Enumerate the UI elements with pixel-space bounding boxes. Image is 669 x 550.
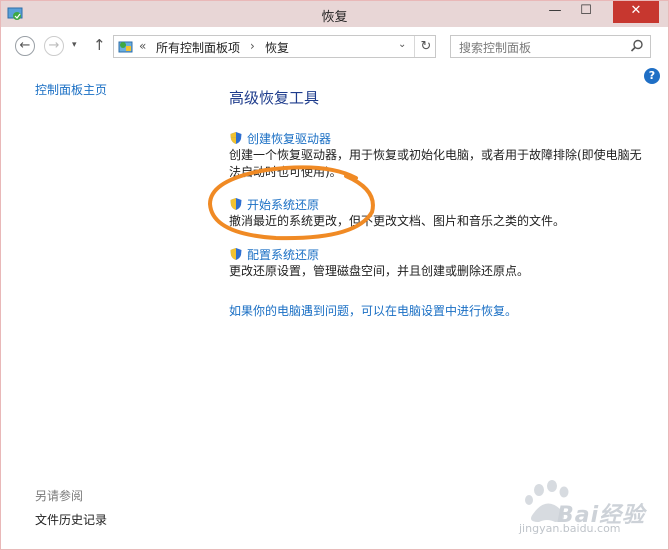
configure-system-restore-link[interactable]: 配置系统还原: [229, 246, 319, 263]
file-history-link[interactable]: 文件历史记录: [35, 511, 107, 528]
uac-shield-icon: [230, 248, 242, 260]
recent-locations-dropdown-icon[interactable]: ▾: [72, 40, 77, 50]
breadcrumb-all-control-panel-items[interactable]: 所有控制面板项: [156, 39, 240, 56]
watermark-url: jingyan.baidu.com: [519, 522, 621, 535]
uac-shield-icon: [230, 132, 242, 144]
see-also-heading: 另请参阅: [35, 489, 84, 503]
back-button[interactable]: ←: [15, 36, 35, 56]
open-system-restore-label: 开始系统还原: [247, 198, 320, 212]
forward-button[interactable]: →: [44, 36, 64, 56]
page-title: 高级恢复工具: [229, 89, 320, 107]
recovery-window: 恢复 — ☐ ✕ ← → ▾ ↑ « 所有控制面板项 › 恢复 ⌄ ↻ 搜索控制…: [0, 0, 669, 550]
control-panel-home-link[interactable]: 控制面板主页: [35, 81, 107, 98]
navigation-bar: ← → ▾ ↑ « 所有控制面板项 › 恢复 ⌄ ↻ 搜索控制面板: [1, 27, 668, 67]
breadcrumb-separator-icon[interactable]: ›: [250, 39, 255, 53]
help-icon[interactable]: ?: [644, 68, 660, 84]
control-panel-icon: [118, 41, 133, 53]
refresh-button[interactable]: ↻: [414, 36, 437, 57]
address-bar[interactable]: « 所有控制面板项 › 恢复 ⌄ ↻: [113, 35, 436, 58]
search-input[interactable]: 搜索控制面板: [459, 39, 531, 56]
create-recovery-drive-link[interactable]: 创建恢复驱动器: [229, 130, 331, 147]
maximize-button[interactable]: ☐: [571, 1, 601, 23]
breadcrumb-overflow-icon[interactable]: «: [139, 39, 146, 53]
up-button[interactable]: ↑: [93, 36, 106, 54]
minimize-button[interactable]: —: [540, 1, 570, 23]
title-bar[interactable]: 恢复 — ☐ ✕: [1, 1, 668, 27]
close-button[interactable]: ✕: [613, 1, 659, 23]
address-dropdown-icon[interactable]: ⌄: [398, 39, 406, 50]
recover-in-pc-settings-link[interactable]: 如果你的电脑遇到问题，可以在电脑设置中进行恢复。: [229, 302, 517, 319]
breadcrumb-recovery[interactable]: 恢复: [265, 39, 289, 56]
uac-shield-icon: [230, 198, 242, 210]
create-recovery-drive-label: 创建恢复驱动器: [247, 132, 332, 146]
configure-system-restore-label: 配置系统还原: [247, 248, 320, 262]
search-box[interactable]: 搜索控制面板: [450, 35, 651, 58]
open-system-restore-link[interactable]: 开始系统还原: [229, 196, 319, 213]
configure-system-restore-description: 更改还原设置，管理磁盘空间，并且创建或删除还原点。: [229, 264, 530, 278]
open-system-restore-description: 撤消最近的系统更改，但不更改文档、图片和音乐之类的文件。: [229, 214, 566, 228]
create-recovery-drive-description: 创建一个恢复驱动器，用于恢复或初始化电脑，或者用于故障排除(即使电脑无法启动时也…: [229, 148, 642, 179]
search-icon[interactable]: [630, 39, 644, 53]
